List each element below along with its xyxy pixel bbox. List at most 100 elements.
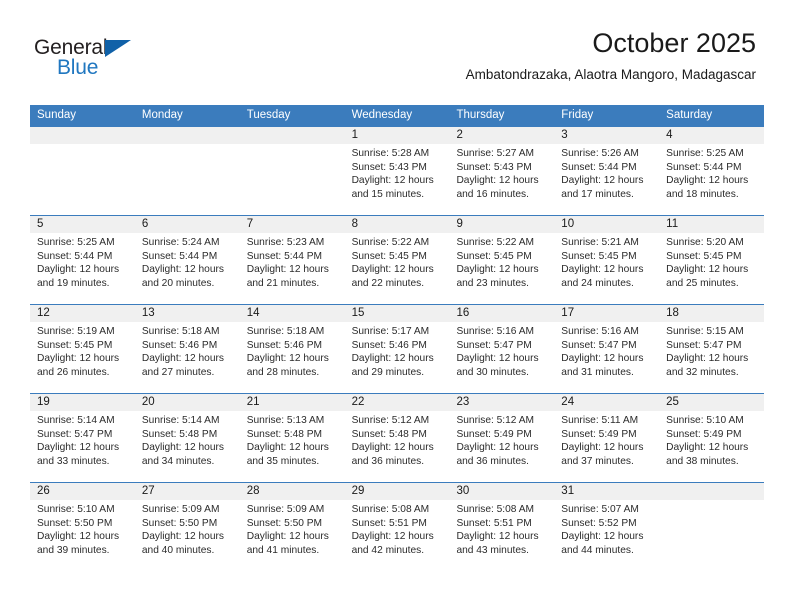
sunset-text: Sunset: 5:51 PM: [351, 517, 427, 529]
day-details: Sunrise: 5:07 AM Sunset: 5:52 PM Dayligh…: [554, 500, 659, 557]
day-details: Sunrise: 5:16 AM Sunset: 5:47 PM Dayligh…: [554, 322, 659, 379]
sunset-text: Sunset: 5:43 PM: [351, 161, 427, 173]
calendar-week-row: 5 Sunrise: 5:25 AM Sunset: 5:44 PM Dayli…: [30, 215, 765, 304]
day-cell[interactable]: 1 Sunrise: 5:28 AM Sunset: 5:43 PM Dayli…: [344, 127, 450, 215]
sunset-text: Sunset: 5:51 PM: [456, 517, 532, 529]
day-details: Sunrise: 5:18 AM Sunset: 5:46 PM Dayligh…: [240, 322, 345, 379]
day-cell[interactable]: 21 Sunrise: 5:13 AM Sunset: 5:48 PM Dayl…: [239, 394, 345, 482]
day-cell[interactable]: 12 Sunrise: 5:19 AM Sunset: 5:45 PM Dayl…: [30, 305, 135, 393]
sunset-text: Sunset: 5:48 PM: [246, 428, 323, 440]
sunrise-text: Sunrise: 5:27 AM: [456, 148, 535, 159]
sunset-text: Sunset: 5:44 PM: [37, 250, 113, 262]
weekday-thursday: Thursday: [456, 109, 505, 121]
day-cell[interactable]: 5 Sunrise: 5:25 AM Sunset: 5:44 PM Dayli…: [30, 216, 135, 304]
day-details: Sunrise: 5:18 AM Sunset: 5:46 PM Dayligh…: [135, 322, 240, 379]
sunset-text: Sunset: 5:47 PM: [561, 339, 637, 351]
day-cell[interactable]: 14 Sunrise: 5:18 AM Sunset: 5:46 PM Dayl…: [239, 305, 345, 393]
daylight-text: Daylight: 12 hours and 23 minutes.: [456, 264, 539, 289]
sunrise-text: Sunrise: 5:15 AM: [666, 326, 744, 337]
day-cell[interactable]: [659, 483, 765, 571]
day-cell[interactable]: 20 Sunrise: 5:14 AM Sunset: 5:48 PM Dayl…: [134, 394, 240, 482]
day-details: Sunrise: 5:24 AM Sunset: 5:44 PM Dayligh…: [135, 233, 240, 290]
day-cell[interactable]: 26 Sunrise: 5:10 AM Sunset: 5:50 PM Dayl…: [30, 483, 135, 571]
daylight-text: Daylight: 12 hours and 35 minutes.: [246, 442, 329, 467]
day-cell[interactable]: 29 Sunrise: 5:08 AM Sunset: 5:51 PM Dayl…: [344, 483, 450, 571]
day-number: 24: [554, 394, 660, 411]
day-number: 11: [659, 216, 765, 233]
day-number: 23: [449, 394, 555, 411]
sunset-text: Sunset: 5:49 PM: [456, 428, 532, 440]
day-cell[interactable]: 9 Sunrise: 5:22 AM Sunset: 5:45 PM Dayli…: [449, 216, 555, 304]
sunset-text: Sunset: 5:48 PM: [141, 428, 218, 440]
day-number: 22: [344, 394, 450, 411]
daylight-text: Daylight: 12 hours and 38 minutes.: [666, 442, 749, 467]
day-cell[interactable]: 7 Sunrise: 5:23 AM Sunset: 5:44 PM Dayli…: [239, 216, 345, 304]
day-cell[interactable]: 18 Sunrise: 5:15 AM Sunset: 5:47 PM Dayl…: [659, 305, 765, 393]
day-cell[interactable]: 23 Sunrise: 5:12 AM Sunset: 5:49 PM Dayl…: [449, 394, 555, 482]
day-number: 18: [659, 305, 765, 322]
sunrise-text: Sunrise: 5:26 AM: [561, 148, 639, 159]
day-cell[interactable]: 4 Sunrise: 5:25 AM Sunset: 5:44 PM Dayli…: [659, 127, 765, 215]
day-number: 30: [449, 483, 555, 500]
sunset-text: Sunset: 5:44 PM: [561, 161, 637, 173]
day-details: Sunrise: 5:08 AM Sunset: 5:51 PM Dayligh…: [449, 500, 554, 557]
day-cell[interactable]: 22 Sunrise: 5:12 AM Sunset: 5:48 PM Dayl…: [344, 394, 450, 482]
day-cell[interactable]: 27 Sunrise: 5:09 AM Sunset: 5:50 PM Dayl…: [134, 483, 240, 571]
day-cell[interactable]: 3 Sunrise: 5:26 AM Sunset: 5:44 PM Dayli…: [554, 127, 660, 215]
day-cell[interactable]: 28 Sunrise: 5:09 AM Sunset: 5:50 PM Dayl…: [239, 483, 345, 571]
sunrise-text: Sunrise: 5:21 AM: [561, 237, 639, 248]
daylight-text: Daylight: 12 hours and 40 minutes.: [141, 531, 224, 556]
day-cell[interactable]: 6 Sunrise: 5:24 AM Sunset: 5:44 PM Dayli…: [134, 216, 240, 304]
day-cell[interactable]: [30, 127, 135, 215]
daylight-text: Daylight: 12 hours and 27 minutes.: [141, 353, 224, 378]
sunset-text: Sunset: 5:44 PM: [246, 250, 323, 262]
sunset-text: Sunset: 5:50 PM: [246, 517, 323, 529]
daylight-text: Daylight: 12 hours and 29 minutes.: [351, 353, 434, 378]
weekday-tuesday: Tuesday: [246, 109, 291, 121]
sunrise-text: Sunrise: 5:14 AM: [141, 415, 220, 426]
sunset-text: Sunset: 5:45 PM: [456, 250, 532, 262]
day-cell[interactable]: [134, 127, 240, 215]
calendar-grid: Sunday Monday Tuesday Wednesday Thursday…: [30, 105, 765, 571]
day-cell[interactable]: 11 Sunrise: 5:20 AM Sunset: 5:45 PM Dayl…: [659, 216, 765, 304]
day-details: Sunrise: 5:12 AM Sunset: 5:49 PM Dayligh…: [449, 411, 554, 468]
day-details: Sunrise: 5:22 AM Sunset: 5:45 PM Dayligh…: [345, 233, 450, 290]
day-cell[interactable]: 8 Sunrise: 5:22 AM Sunset: 5:45 PM Dayli…: [344, 216, 450, 304]
day-cell[interactable]: 13 Sunrise: 5:18 AM Sunset: 5:46 PM Dayl…: [134, 305, 240, 393]
sunrise-text: Sunrise: 5:10 AM: [37, 504, 115, 515]
day-cell[interactable]: [239, 127, 345, 215]
day-number: 29: [344, 483, 450, 500]
day-cell[interactable]: 31 Sunrise: 5:07 AM Sunset: 5:52 PM Dayl…: [554, 483, 660, 571]
day-details: Sunrise: 5:26 AM Sunset: 5:44 PM Dayligh…: [554, 144, 659, 201]
daylight-text: Daylight: 12 hours and 21 minutes.: [246, 264, 329, 289]
sunset-text: Sunset: 5:47 PM: [37, 428, 113, 440]
general-blue-logo[interactable]: General Blue: [34, 36, 234, 88]
day-cell[interactable]: 16 Sunrise: 5:16 AM Sunset: 5:47 PM Dayl…: [449, 305, 555, 393]
daylight-text: Daylight: 12 hours and 22 minutes.: [351, 264, 434, 289]
page-subtitle: Ambatondrazaka, Alaotra Mangoro, Madagas…: [465, 67, 756, 82]
sunset-text: Sunset: 5:47 PM: [666, 339, 742, 351]
daylight-text: Daylight: 12 hours and 36 minutes.: [456, 442, 539, 467]
daylight-text: Daylight: 12 hours and 17 minutes.: [561, 175, 644, 200]
sunrise-text: Sunrise: 5:12 AM: [456, 415, 535, 426]
day-cell[interactable]: 30 Sunrise: 5:08 AM Sunset: 5:51 PM Dayl…: [449, 483, 555, 571]
day-cell[interactable]: 2 Sunrise: 5:27 AM Sunset: 5:43 PM Dayli…: [449, 127, 555, 215]
sunset-text: Sunset: 5:45 PM: [351, 250, 427, 262]
daylight-text: Daylight: 12 hours and 30 minutes.: [456, 353, 539, 378]
day-cell[interactable]: 19 Sunrise: 5:14 AM Sunset: 5:47 PM Dayl…: [30, 394, 135, 482]
day-number: 3: [554, 127, 660, 144]
day-cell[interactable]: 15 Sunrise: 5:17 AM Sunset: 5:46 PM Dayl…: [344, 305, 450, 393]
day-details: Sunrise: 5:12 AM Sunset: 5:48 PM Dayligh…: [345, 411, 450, 468]
day-cell[interactable]: 10 Sunrise: 5:21 AM Sunset: 5:45 PM Dayl…: [554, 216, 660, 304]
day-details: [659, 500, 764, 503]
sunset-text: Sunset: 5:45 PM: [561, 250, 637, 262]
daylight-text: Daylight: 12 hours and 44 minutes.: [561, 531, 644, 556]
day-cell[interactable]: 17 Sunrise: 5:16 AM Sunset: 5:47 PM Dayl…: [554, 305, 660, 393]
sunset-text: Sunset: 5:49 PM: [561, 428, 637, 440]
day-cell[interactable]: 25 Sunrise: 5:10 AM Sunset: 5:49 PM Dayl…: [659, 394, 765, 482]
day-cell[interactable]: 24 Sunrise: 5:11 AM Sunset: 5:49 PM Dayl…: [554, 394, 660, 482]
day-details: Sunrise: 5:22 AM Sunset: 5:45 PM Dayligh…: [449, 233, 554, 290]
day-number: 1: [344, 127, 450, 144]
page-header: General Blue October 2025 Ambatondrazaka…: [0, 0, 792, 100]
calendar-week-row: 1 Sunrise: 5:28 AM Sunset: 5:43 PM Dayli…: [30, 126, 765, 215]
